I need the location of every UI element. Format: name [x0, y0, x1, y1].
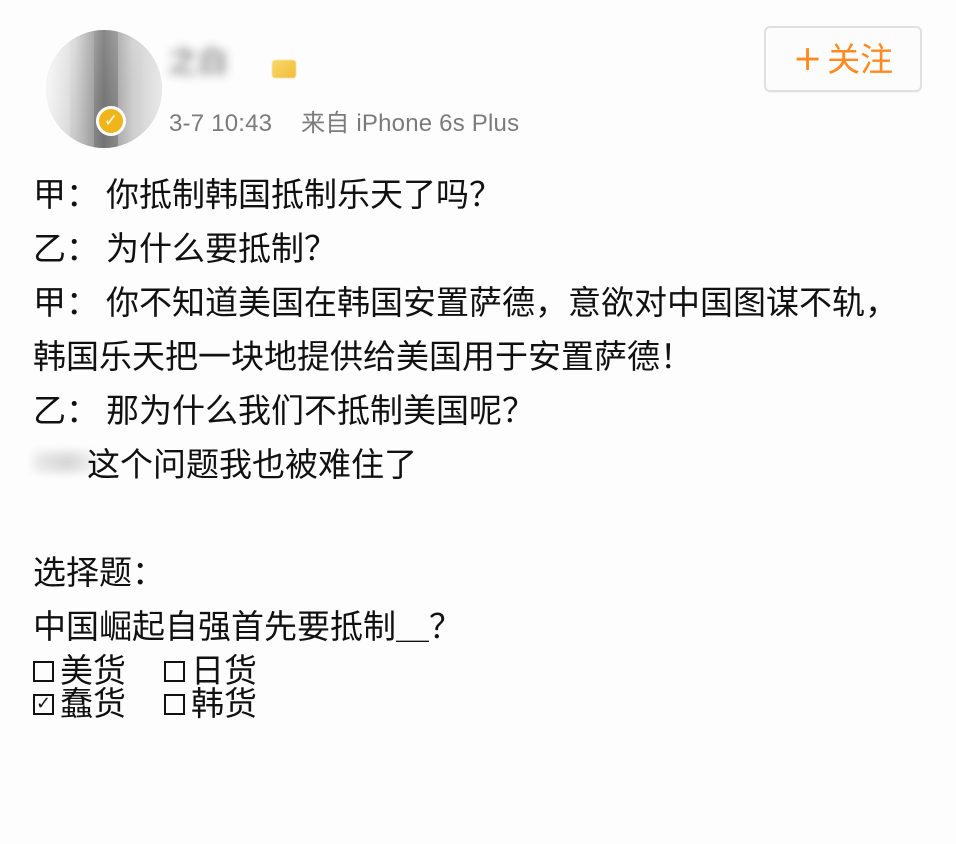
- options-row-1: 美货 日货: [33, 654, 923, 687]
- option-japanese-goods[interactable]: 日货: [164, 654, 257, 687]
- dialogue-text-4: 那为什么我们不抵制美国呢？: [106, 391, 535, 430]
- checkbox-unchecked-icon[interactable]: [164, 661, 185, 682]
- checkbox-unchecked-icon[interactable]: [33, 661, 54, 682]
- speaker-jia: 甲：: [33, 283, 99, 322]
- dialogue-line-2: 乙： 为什么要抵制？: [33, 222, 923, 276]
- post-timestamp: 3-7 10:43: [169, 110, 273, 137]
- speaker-jia: 甲：: [33, 175, 99, 214]
- dialogue-text-1: 你抵制韩国抵制乐天了吗？: [106, 175, 502, 214]
- post-content: 甲： 你抵制韩国抵制乐天了吗？ 乙： 为什么要抵制？ 甲： 你不知道美国在韩国安置萨德…: [33, 168, 923, 720]
- verified-badge-icon: ✓: [96, 106, 126, 136]
- dialogue-line-4: 乙： 那为什么我们不抵制美国呢？: [33, 384, 923, 438]
- option-korean-goods[interactable]: 韩货: [164, 687, 257, 720]
- option-american-goods[interactable]: 美货: [33, 654, 126, 687]
- option-stupid-goods[interactable]: 蠢货: [33, 687, 126, 720]
- dialogue-line-1: 甲： 你抵制韩国抵制乐天了吗？: [33, 168, 923, 222]
- follow-button[interactable]: + 关注: [764, 26, 922, 92]
- plus-icon: +: [792, 38, 823, 79]
- blurred-text-mark: [33, 452, 103, 472]
- question-text: 中国崛起自强首先要抵制＿？: [33, 607, 462, 646]
- dialogue-text-2: 为什么要抵制？: [106, 229, 337, 268]
- vip-badge-icon: [272, 60, 296, 78]
- post-meta: 3-7 10:43 来自 iPhone 6s Plus: [169, 103, 519, 138]
- checkbox-unchecked-icon[interactable]: [164, 694, 185, 715]
- checkbox-checked-icon[interactable]: [33, 694, 54, 715]
- option-label: 韩货: [191, 684, 257, 723]
- post-source: 来自 iPhone 6s Plus: [301, 110, 520, 137]
- question-title: 选择题：: [33, 553, 165, 592]
- follow-label: 关注: [827, 39, 894, 79]
- dialogue-text-3: 你不知道美国在韩国安置萨德，意欲对中国图谋不轨，韩国乐天把一块地提供给美国用于安…: [33, 283, 898, 376]
- option-label: 美货: [60, 651, 126, 690]
- speaker-yi: 乙：: [33, 229, 99, 268]
- social-post: ✓ 之白 3-7 10:43 来自 iPhone 6s Plus + 关注 甲：…: [0, 0, 956, 844]
- options-row-2: 蠢货 韩货: [33, 687, 923, 720]
- comment-line: 这个问题我也被难住了: [33, 438, 923, 492]
- option-label: 日货: [191, 651, 257, 690]
- dialogue-line-3: 甲： 你不知道美国在韩国安置萨德，意欲对中国图谋不轨，韩国乐天把一块地提供给美国用…: [33, 276, 923, 384]
- speaker-yi: 乙：: [33, 391, 99, 430]
- option-label: 蠢货: [60, 684, 126, 723]
